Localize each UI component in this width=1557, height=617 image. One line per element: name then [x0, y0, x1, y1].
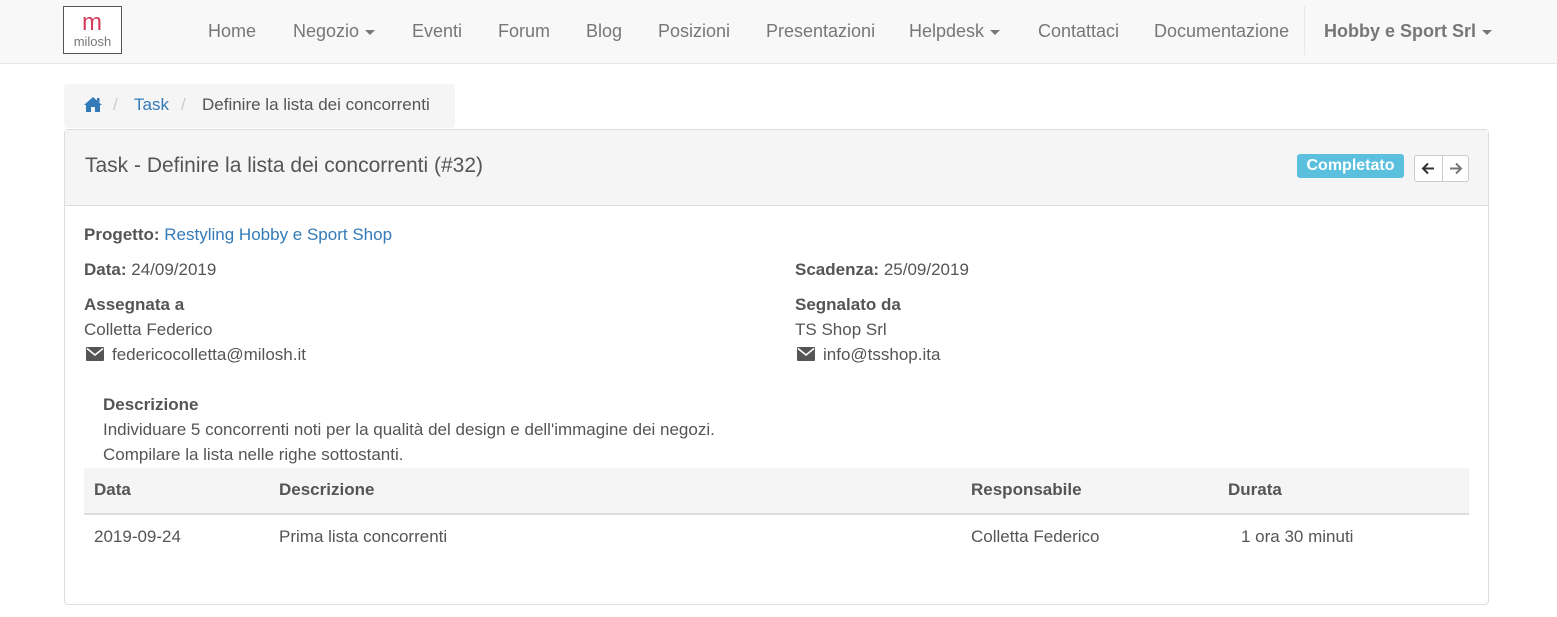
- logo-text: milosh: [73, 34, 112, 49]
- logo[interactable]: m milosh: [63, 6, 122, 54]
- assigned-name: Colletta Federico: [84, 320, 213, 339]
- table-cell-responsabile: Colletta Federico: [971, 527, 1100, 546]
- user-menu-label: Hobby e Sport Srl: [1324, 21, 1477, 41]
- table-cell-descrizione: Prima lista concorrenti: [279, 527, 448, 546]
- envelope-icon: [86, 346, 104, 366]
- description-line: Individuare 5 concorrenti noti per la qu…: [103, 420, 715, 439]
- table-cell-durata: 1 ora 30 minuti: [1241, 527, 1354, 546]
- breadcrumb-separator: /: [181, 95, 186, 114]
- nav-item-posizioni[interactable]: Posizioni: [658, 0, 730, 63]
- column-header-descrizione: Descrizione: [279, 480, 375, 499]
- assigned-email-row: federicocolletta@milosh.it: [86, 345, 306, 366]
- nav-item-home[interactable]: Home: [208, 0, 256, 63]
- arrow-left-icon: [1421, 162, 1434, 175]
- nav-item-helpdesk[interactable]: Helpdesk: [909, 0, 1001, 63]
- caret-down-icon: [990, 29, 1001, 35]
- caret-down-icon: [1482, 29, 1493, 35]
- next-task-button[interactable]: [1442, 156, 1469, 181]
- nav-item-forum[interactable]: Forum: [498, 0, 550, 63]
- column-header-durata: Durata: [1228, 480, 1282, 499]
- assigned-email: federicocolletta@milosh.it: [112, 345, 306, 364]
- description-label: Descrizione: [103, 395, 199, 414]
- nav-item-label: Negozio: [293, 21, 360, 41]
- nav-item-blog[interactable]: Blog: [586, 0, 622, 63]
- reported-email: info@tsshop.ita: [823, 345, 941, 364]
- previous-task-button[interactable]: [1415, 156, 1443, 181]
- reported-name: TS Shop Srl: [795, 320, 887, 339]
- arrow-right-icon: [1450, 162, 1463, 175]
- nav-item-label: Helpdesk: [909, 21, 985, 41]
- nav-item-eventi[interactable]: Eventi: [412, 0, 462, 63]
- column-header-data: Data: [94, 480, 131, 499]
- envelope-icon: [797, 346, 815, 366]
- top-navbar: m milosh Home Negozio Eventi Forum Blog …: [0, 0, 1557, 64]
- description-line: Compilare la lista nelle righe sottostan…: [103, 445, 404, 464]
- nav-item-documentazione[interactable]: Documentazione: [1154, 0, 1289, 63]
- reported-label: Segnalato da: [795, 295, 901, 314]
- column-header-responsabile: Responsabile: [971, 480, 1082, 499]
- nav-item-presentazioni[interactable]: Presentazioni: [766, 0, 875, 63]
- nav-item-contattaci[interactable]: Contattaci: [1038, 0, 1119, 63]
- nav-divider: [1304, 6, 1305, 55]
- panel-heading: Task - Definire la lista dei concorrenti…: [65, 130, 1488, 206]
- date-field: Data: 24/09/2019: [84, 260, 216, 280]
- deadline-label: Scadenza:: [795, 260, 880, 279]
- breadcrumb-current: Definire la lista dei concorrenti: [202, 95, 430, 114]
- task-nav-buttons: [1414, 155, 1469, 182]
- reported-email-row: info@tsshop.ita: [797, 345, 940, 366]
- home-icon[interactable]: [83, 96, 103, 118]
- project-link[interactable]: Restyling Hobby e Sport Shop: [164, 225, 392, 244]
- date-label: Data:: [84, 260, 127, 279]
- logo-mark-icon: m: [82, 9, 102, 36]
- project-label: Progetto:: [84, 225, 160, 244]
- user-menu[interactable]: Hobby e Sport Srl: [1324, 0, 1493, 63]
- table-cell-data: 2019-09-24: [94, 527, 181, 546]
- status-badge: Completato: [1297, 154, 1404, 178]
- project-field: Progetto: Restyling Hobby e Sport Shop: [84, 225, 392, 245]
- nav-item-negozio[interactable]: Negozio: [293, 0, 376, 63]
- caret-down-icon: [365, 29, 376, 35]
- breadcrumb-task-link[interactable]: Task: [134, 95, 169, 115]
- assigned-label: Assegnata a: [84, 295, 185, 314]
- task-title: Task - Definire la lista dei concorrenti…: [85, 154, 483, 177]
- date-value: 24/09/2019: [131, 260, 217, 279]
- deadline-value: 25/09/2019: [883, 260, 969, 279]
- deadline-field: Scadenza: 25/09/2019: [795, 260, 969, 280]
- breadcrumb-separator: /: [113, 95, 118, 114]
